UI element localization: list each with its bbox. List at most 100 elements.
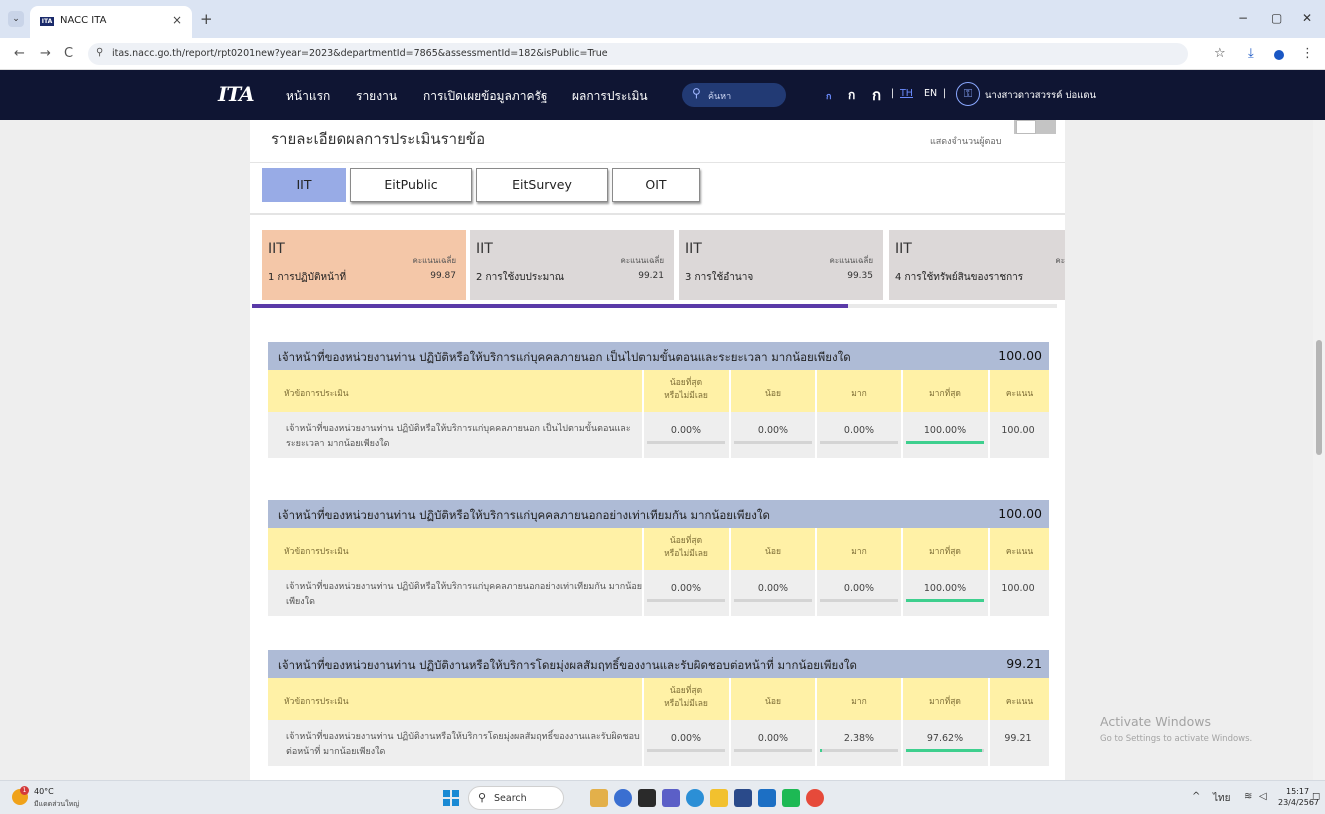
response-bar-fill [906,441,984,444]
indicator-card[interactable]: IIT คะ 4 การใช้ทรัพย์สินของราชการ [889,230,1065,300]
user-lock-icon[interactable]: ⚿ [956,82,980,106]
response-percent: 0.00% [757,583,789,594]
card-name: 4 การใช้ทรัพย์สินของราชการ [895,272,1024,283]
response-bar [647,749,725,752]
file-explorer-icon[interactable] [710,789,728,807]
download-icon[interactable]: ⤓ [1248,46,1254,61]
forward-icon[interactable]: → [40,46,51,61]
nav-public-disclosure[interactable]: การเปิดเผยข้อมูลภาครัฐ [423,87,548,106]
column-separator [729,412,731,458]
header-least: น้อยที่สุด หรือไม่มีเลย [644,535,728,561]
response-percent: 97.62% [926,733,964,744]
new-tab-button[interactable]: + [200,10,213,28]
scrollbar-thumb[interactable] [1316,340,1322,455]
tab-search-icon[interactable]: ⌄ [8,11,24,27]
response-percent: 0.00% [757,425,789,436]
minimize-icon[interactable]: − [1238,11,1248,25]
table-row: เจ้าหน้าที่ของหน่วยงานท่าน ปฏิบัติหรือให… [268,412,1049,458]
tab-iit[interactable]: IIT [262,168,346,202]
widgets-app-icon[interactable] [590,789,608,807]
site-favicon-icon: ITA [40,17,54,26]
mail-app-icon[interactable] [758,789,776,807]
nav-report[interactable]: รายงาน [356,87,397,106]
volume-icon[interactable]: ◁ [1259,791,1267,802]
response-bar [820,749,898,752]
lang-en[interactable]: EN [924,88,937,99]
tab-eitpublic[interactable]: EitPublic [350,168,472,202]
column-separator [901,678,903,720]
font-size-small[interactable]: ก [826,89,831,103]
url-input[interactable]: ⚲ itas.nacc.go.th/report/rpt0201new?year… [88,43,1188,65]
column-separator [729,720,731,766]
teams-app-icon[interactable] [662,789,680,807]
response-percent: 0.00% [843,425,875,436]
ita-logo[interactable]: ITA [218,82,255,106]
response-bar-fill [906,599,984,602]
response-bar [734,749,812,752]
browser-tab[interactable]: ITA NACC ITA × [30,6,192,38]
header-high: มาก [851,697,867,707]
font-size-medium[interactable]: ก [848,86,855,105]
url-text: itas.nacc.go.th/report/rpt0201new?year=2… [112,48,608,59]
card-value: 99.35 [847,271,873,281]
back-icon[interactable]: ← [14,46,25,61]
site-search-input[interactable]: ⚲ ค้นหา [682,83,786,107]
wifi-icon[interactable]: ≋ [1244,791,1252,802]
profile-avatar-icon[interactable] [1274,50,1284,60]
user-name[interactable]: นางสาวดาวสวรรค์ บ่อแดน [985,88,1096,103]
indicator-card[interactable]: IIT คะแนนเฉลี่ย 1 การปฏิบัติหน้าที่ 99.8… [262,230,466,300]
response-bar-fill [906,749,983,752]
nav-home[interactable]: หน้าแรก [286,87,330,106]
row-question-text: เจ้าหน้าที่ของหน่วยงานท่าน ปฏิบัติงานหรื… [286,732,640,757]
header-highest: มากที่สุด [929,547,961,557]
page-title: รายละเอียดผลการประเมินรายข้อ [271,130,486,148]
header-topic: หัวข้อการประเมิน [284,547,349,557]
nav-assessment-results[interactable]: ผลการประเมิน [572,87,648,106]
input-language[interactable]: ไทย [1213,791,1230,806]
lang-th[interactable]: TH [900,88,913,99]
response-percent: 0.00% [670,583,702,594]
tab-oit[interactable]: OIT [612,168,700,202]
taskbar-search-input[interactable]: ⚲ Search [468,786,564,810]
copilot-app-icon[interactable] [614,789,632,807]
header-highest: มากที่สุด [929,389,961,399]
line-app-icon[interactable] [782,789,800,807]
indicator-card[interactable]: IIT คะแนนเฉลี่ย 2 การใช้งบประมาณ 99.21 [470,230,674,300]
chrome-app-icon[interactable] [806,789,824,807]
column-separator [901,570,903,616]
indicator-card[interactable]: IIT คะแนนเฉลี่ย 3 การใช้อำนาจ 99.35 [679,230,883,300]
bookmark-star-icon[interactable]: ☆ [1214,46,1226,61]
row-score: 100.00 [1001,425,1035,436]
tray-chevron-icon[interactable]: ^ [1192,791,1200,802]
page-scrollbar[interactable] [1313,120,1325,780]
response-bar [906,749,984,752]
column-separator [901,370,903,412]
header-score: คะแนน [1005,697,1034,707]
card-avg-label: คะแนนเฉลี่ย [412,256,456,265]
task-view-icon[interactable] [638,789,656,807]
font-size-large[interactable]: ก [872,83,881,107]
card-code: IIT [476,241,493,257]
card-name: 1 การปฏิบัติหน้าที่ [268,272,347,283]
windows-taskbar: 1 40°C มีแดดส่วนใหญ่ ⚲ Search ^ ไทย ≋ ◁ … [0,780,1325,814]
header-topic: หัวข้อการประเมิน [284,389,349,399]
card-avg-label: คะ [1055,256,1065,265]
restore-icon[interactable]: ▢ [1271,11,1282,25]
response-bar [734,599,812,602]
show-respondents-toggle[interactable] [1014,120,1056,134]
close-window-icon[interactable]: ✕ [1302,11,1312,25]
browser-menu-icon[interactable]: ⋮ [1301,46,1314,61]
reload-icon[interactable]: C [64,46,73,61]
edge-app-icon[interactable] [686,789,704,807]
tab-close-icon[interactable]: × [172,13,182,27]
header-least-line2: หรือไม่มีเลย [664,549,708,559]
store-app-icon[interactable] [734,789,752,807]
toggle-label: แสดงจำนวนผู้ตอบ [930,137,1002,147]
tab-eitsurvey[interactable]: EitSurvey [476,168,608,202]
card-name: 2 การใช้งบประมาณ [476,272,565,283]
column-separator [729,570,731,616]
site-info-icon[interactable]: ⚲ [96,47,103,58]
column-separator [988,370,990,412]
start-windows-icon[interactable] [443,790,459,806]
notification-bell-icon[interactable]: ◻ [1312,791,1320,802]
